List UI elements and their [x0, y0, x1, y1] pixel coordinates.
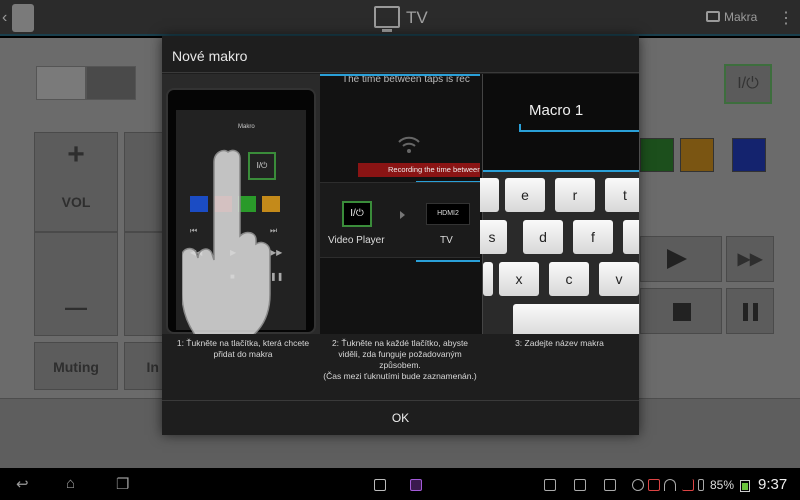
- key-v: v: [599, 262, 639, 296]
- tablet-header-label: Makro: [238, 124, 255, 130]
- stop-icon: [673, 303, 691, 321]
- key-r: r: [555, 178, 595, 212]
- small-app-icon[interactable]: [374, 479, 386, 491]
- keyboard-illustration: e r t s d f x c v: [480, 172, 639, 334]
- instruction-illustration: Makro I/⏻ ⏮ ⏭ ◀◀ ▶ ▶▶ ■ ❚❚: [162, 74, 639, 334]
- pause-button[interactable]: [726, 288, 774, 334]
- yellow-key[interactable]: [680, 138, 714, 172]
- key-s: s: [480, 220, 507, 254]
- vol-up-button[interactable]: + VOL: [34, 132, 118, 232]
- step2-caption: 2: Ťukněte na každé tlačítko, abyste vid…: [323, 338, 477, 381]
- screen: ‹ TV Makra ⋮ I/⏻ +VOL — PR Muting In ▶▶ …: [0, 0, 800, 500]
- video-player-label: Video Player: [328, 235, 385, 246]
- vol-down-button[interactable]: —: [34, 232, 118, 336]
- no-signal-icon: [682, 479, 694, 491]
- hdmi-input-icon: HDMI2: [426, 203, 470, 225]
- bluetooth-icon: [698, 479, 704, 491]
- key-e: e: [505, 178, 545, 212]
- app-notification-icon: [604, 479, 616, 491]
- pointing-hand-icon: [182, 149, 271, 334]
- play-icon: [667, 249, 687, 269]
- pr-label: PR: [125, 133, 163, 245]
- key-f: f: [573, 220, 613, 254]
- step3-illustration: Macro 1 e r t s d f x c v: [480, 74, 639, 334]
- small-app-icon-2[interactable]: [410, 479, 422, 491]
- vol-label: VOL: [61, 194, 91, 210]
- fast-forward-button[interactable]: ▶▶: [726, 236, 774, 282]
- signal-icon: [398, 136, 420, 153]
- keypad-view-toggle[interactable]: [36, 66, 86, 100]
- step1-caption: 1: Ťukněte na tlačítka, která chcete při…: [176, 338, 310, 359]
- tv-icon: [374, 6, 400, 32]
- macro-steps-row: I/⏻ Video Player HDMI2 TV: [320, 182, 480, 258]
- dialog-title: Nové makro: [172, 48, 248, 64]
- battery-icon: [740, 480, 750, 492]
- macros-button[interactable]: Makra: [706, 10, 757, 24]
- key-x: x: [499, 262, 539, 296]
- ok-button[interactable]: OK: [162, 401, 639, 435]
- page-title: TV: [406, 8, 428, 27]
- pause-icon: [743, 303, 748, 321]
- app-icon[interactable]: [12, 4, 34, 32]
- key-c: c: [549, 262, 589, 296]
- step2-illustration: The time between taps is rec Recording t…: [320, 74, 480, 334]
- recording-bar: Recording the time between: [358, 163, 480, 177]
- blue-key[interactable]: [732, 138, 766, 172]
- key-d: d: [523, 220, 563, 254]
- step1-illustration: Makro I/⏻ ⏮ ⏭ ◀◀ ▶ ▶▶ ■ ❚❚: [162, 74, 320, 334]
- back-icon[interactable]: ↩: [16, 475, 29, 493]
- system-bar: ↩ ⌂ ❐ 85% 9:37: [0, 470, 800, 500]
- briefcase-icon: [706, 11, 720, 22]
- video-player-power-icon: I/⏻: [342, 201, 372, 227]
- shield-icon: [632, 479, 644, 491]
- action-bar: ‹ TV Makra ⋮: [0, 0, 800, 36]
- arrow-icon: [400, 211, 405, 219]
- battery-percent: 85%: [710, 478, 735, 492]
- recent-apps-icon[interactable]: ❐: [116, 475, 129, 493]
- fast-forward-icon: ▶▶: [737, 251, 763, 268]
- key-t: t: [605, 178, 639, 212]
- play-button[interactable]: [640, 236, 722, 282]
- pr-up-button[interactable]: PR: [124, 132, 164, 245]
- camera-notification-icon: [574, 479, 586, 491]
- title-divider: [162, 72, 639, 73]
- input-button[interactable]: In: [124, 342, 164, 390]
- tv-label: TV: [440, 235, 453, 246]
- clock: 9:37: [758, 476, 788, 493]
- new-macro-dialog: Nové makro Makro I/⏻ ⏮ ⏭ ◀◀ ▶: [162, 36, 639, 435]
- touchpad-view-toggle[interactable]: [86, 66, 136, 100]
- macro-name-example: Macro 1: [529, 102, 584, 119]
- muting-button[interactable]: Muting: [34, 342, 118, 390]
- gallery-notification-icon: [544, 479, 556, 491]
- back-chevron-icon[interactable]: ‹: [2, 9, 7, 27]
- space-key: [513, 304, 639, 334]
- sim-alert-icon: [648, 479, 660, 491]
- step3-caption: 3: Zadejte název makra: [515, 338, 604, 348]
- pr-down-button[interactable]: [124, 232, 164, 336]
- wifi-icon: [664, 479, 676, 491]
- overflow-menu-icon[interactable]: ⋮: [778, 8, 794, 28]
- macros-label: Makra: [724, 10, 758, 24]
- green-key[interactable]: [640, 138, 674, 172]
- home-icon[interactable]: ⌂: [66, 475, 75, 492]
- bg-power-button[interactable]: I/⏻: [724, 64, 772, 104]
- stop-button[interactable]: [640, 288, 722, 334]
